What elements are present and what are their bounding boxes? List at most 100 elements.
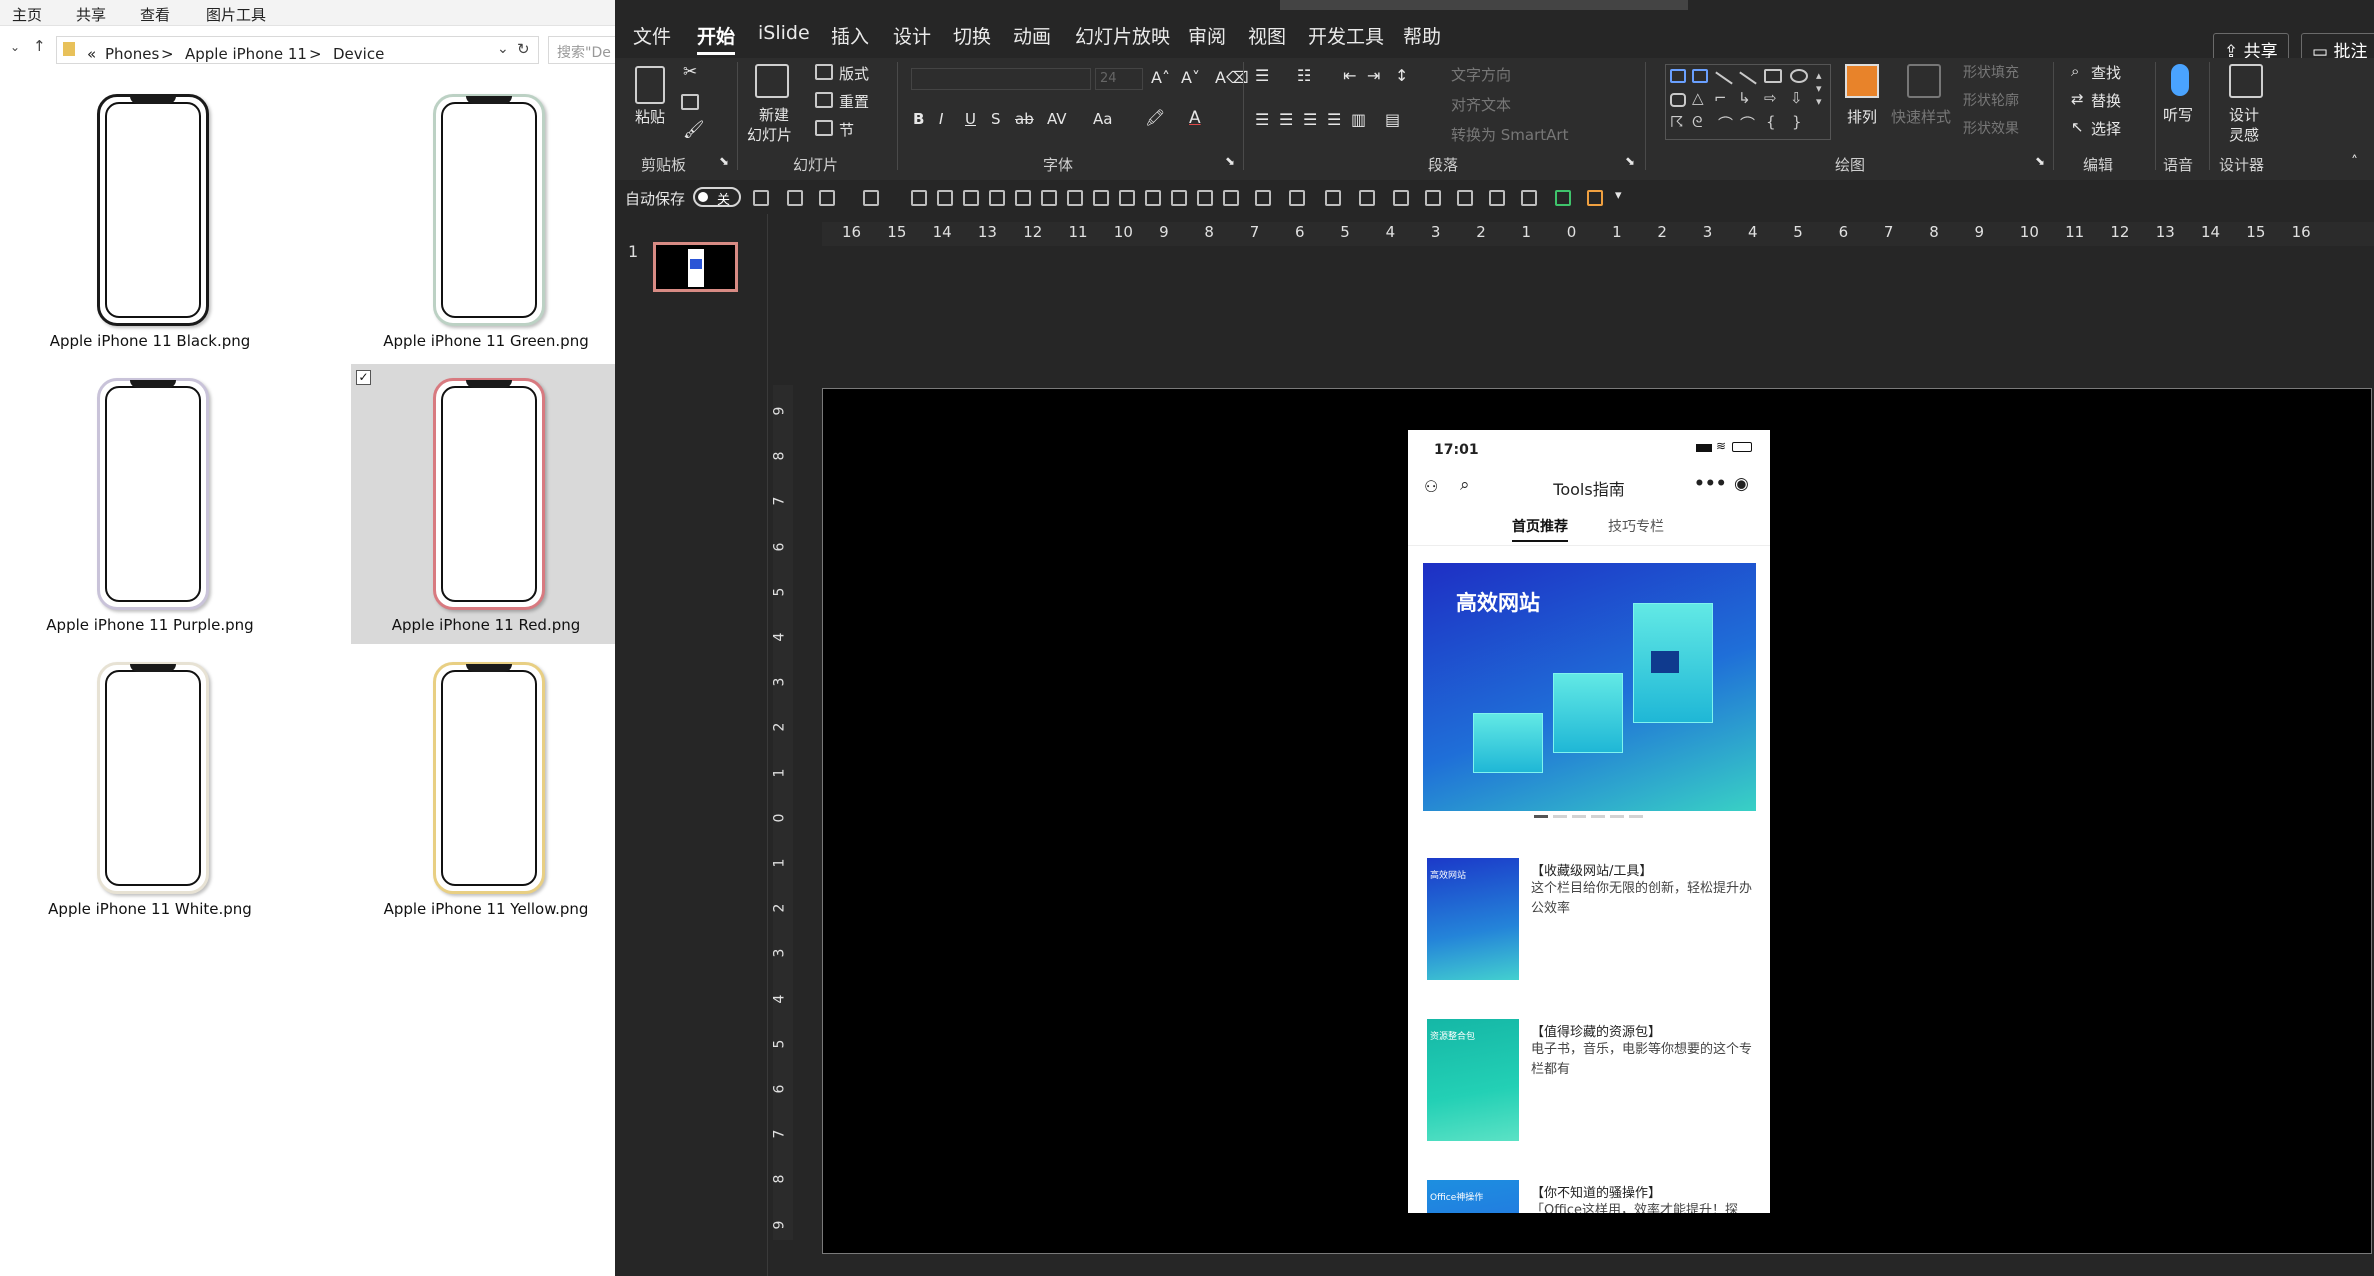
oval-shape-icon[interactable] [1790, 69, 1808, 83]
new-slide-icon[interactable] [755, 64, 789, 98]
qat-icon[interactable] [1223, 190, 1239, 206]
qat-icon[interactable] [819, 190, 835, 206]
shadow-button[interactable]: S [991, 110, 1001, 128]
qat-icon[interactable] [1093, 190, 1109, 206]
dictate-button[interactable]: 听写 [2163, 104, 2193, 125]
tab-help[interactable]: 帮助 [1403, 22, 1441, 49]
carousel-dot[interactable] [1572, 815, 1586, 818]
file-item[interactable]: Apple iPhone 11 Green.png [351, 80, 621, 360]
distribute-icon[interactable]: ▤ [1385, 110, 1400, 129]
font-size-dropdown[interactable]: 24 [1095, 68, 1143, 90]
search-icon[interactable]: ⌕ [2071, 62, 2079, 80]
section-icon[interactable] [815, 120, 833, 136]
qat-icon[interactable] [963, 190, 979, 206]
underline-button[interactable]: U [965, 110, 976, 128]
font-color-icon[interactable]: A [1189, 108, 1201, 128]
dialog-launcher-icon[interactable]: ⬊ [719, 154, 729, 168]
vertical-textbox-icon[interactable] [1692, 69, 1708, 83]
quick-styles-button[interactable]: 快速样式 [1891, 106, 1951, 127]
tab-developer[interactable]: 开发工具 [1308, 22, 1384, 49]
dropdown-icon[interactable]: ⌄ [497, 41, 509, 57]
tab-transitions[interactable]: 切换 [953, 22, 991, 49]
menu-picture-tools[interactable]: 图片工具 [206, 4, 266, 25]
paste-icon[interactable] [635, 66, 665, 104]
qat-icon[interactable] [1587, 190, 1603, 206]
file-item[interactable]: Apple iPhone 11 Purple.png [15, 364, 285, 644]
qat-icon[interactable] [1041, 190, 1057, 206]
qat-icon[interactable] [1197, 190, 1213, 206]
cursor-icon[interactable]: ↖ [2071, 118, 2084, 136]
slide-thumbnail[interactable] [653, 242, 738, 292]
menu-home[interactable]: 主页 [12, 4, 42, 25]
columns-icon[interactable]: ▥ [1351, 110, 1366, 129]
tab-design[interactable]: 设计 [893, 22, 931, 49]
down-arrow-shape-icon[interactable]: ⇩ [1790, 89, 1803, 107]
qat-icon[interactable] [1393, 190, 1409, 206]
tab-islide[interactable]: iSlide [758, 22, 810, 44]
format-painter-icon[interactable]: 🖌 [683, 120, 705, 140]
banner-image[interactable]: 高效网站 [1423, 563, 1756, 811]
replace-button[interactable]: 替换 [2091, 90, 2121, 111]
highlight-icon[interactable]: 🖍 [1145, 108, 1165, 127]
qat-icon[interactable] [1015, 190, 1031, 206]
search-input[interactable]: 搜索"De [548, 36, 618, 64]
breadcrumb-device[interactable]: Device [333, 45, 384, 63]
right-arrow-shape-icon[interactable]: ⇨ [1764, 89, 1777, 107]
new-slide-label-2[interactable]: 幻灯片 [747, 124, 792, 145]
elbow-connector-icon[interactable]: ⌐ [1714, 89, 1727, 107]
qat-icon[interactable] [1171, 190, 1187, 206]
microphone-icon[interactable] [2171, 64, 2189, 96]
curve-icon[interactable]: ⌒ [1718, 113, 1733, 134]
refresh-icon[interactable]: ↻ [517, 40, 530, 58]
qat-icon[interactable] [1359, 190, 1375, 206]
brace-right-icon[interactable]: } [1792, 113, 1802, 131]
align-text-button[interactable]: 对齐文本 [1451, 94, 1511, 115]
gallery-scroll-icon[interactable]: ▴ ▾ ▾ [1816, 69, 1822, 108]
triangle-shape-icon[interactable]: △ [1692, 89, 1704, 107]
bullets-icon[interactable]: ☰ [1255, 66, 1269, 85]
qat-icon[interactable] [863, 190, 879, 206]
carousel-dot[interactable] [1610, 815, 1624, 818]
tab-insert[interactable]: 插入 [831, 22, 869, 49]
shape-outline-button[interactable]: 形状轮廓 [1963, 90, 2019, 110]
layout-button[interactable]: 版式 [839, 63, 869, 84]
decrease-indent-icon[interactable]: ⇤ [1343, 66, 1356, 85]
target-icon[interactable]: ◉ [1734, 474, 1749, 494]
mobile-screenshot[interactable]: 17:01 ≋ ⚇ ⌕ Tools指南 ••• ◉ 首页推荐 技巧专栏 高效网站… [1408, 430, 1770, 1213]
decrease-font-icon[interactable]: A˅ [1181, 68, 1200, 87]
more-icon[interactable]: ••• [1694, 474, 1727, 494]
increase-font-icon[interactable]: A˄ [1151, 68, 1170, 87]
increase-indent-icon[interactable]: ⇥ [1367, 66, 1380, 85]
arrow-shape-icon[interactable] [1739, 71, 1757, 85]
layout-icon[interactable] [815, 64, 833, 80]
freeform-icon[interactable]: ☈ [1670, 113, 1683, 131]
qat-icon[interactable] [1555, 190, 1571, 206]
cut-icon[interactable]: ✂ [683, 62, 697, 82]
breadcrumb-phones[interactable]: Phones [105, 45, 159, 63]
arrange-icon[interactable] [1845, 64, 1879, 98]
file-item[interactable]: Apple iPhone 11 Yellow.png [351, 648, 621, 928]
reset-icon[interactable] [815, 92, 833, 108]
carousel-dot[interactable] [1591, 815, 1605, 818]
copy-icon[interactable] [681, 94, 699, 110]
qat-icon[interactable] [1289, 190, 1305, 206]
font-name-dropdown[interactable] [911, 68, 1091, 90]
numbering-icon[interactable]: ☷ [1297, 66, 1311, 85]
convert-smartart-button[interactable]: 转换为 SmartArt [1451, 124, 1568, 145]
shapes-gallery[interactable]: △ ⌐ ↳ ⇨ ⇩ ☈ ᘓ ⌒ ⌒ { } ▴ ▾ ▾ [1665, 64, 1831, 140]
menu-view[interactable]: 查看 [140, 4, 170, 25]
customize-qat-icon[interactable]: ▾ [1615, 188, 1622, 203]
section-button[interactable]: 节 [839, 119, 854, 140]
line-shape-icon[interactable] [1715, 71, 1733, 85]
align-left-icon[interactable]: ☰ [1255, 110, 1269, 129]
chevron-down-icon[interactable]: ⌄ [10, 40, 20, 54]
shape-effects-button[interactable]: 形状效果 [1963, 118, 2019, 138]
list-item[interactable]: 高效网站 【收藏级网站/工具】 这个栏目给你无限的创新，轻松提升办公效率 [1427, 858, 1757, 988]
dialog-launcher-icon[interactable]: ⬊ [1225, 154, 1235, 168]
shape-fill-button[interactable]: 形状填充 [1963, 62, 2019, 82]
arrange-button[interactable]: 排列 [1847, 106, 1877, 127]
designer-icon[interactable] [2229, 64, 2263, 98]
strikethrough-button[interactable]: ab [1015, 110, 1034, 128]
checkbox-checked-icon[interactable]: ✓ [356, 370, 371, 385]
qat-icon[interactable] [1457, 190, 1473, 206]
